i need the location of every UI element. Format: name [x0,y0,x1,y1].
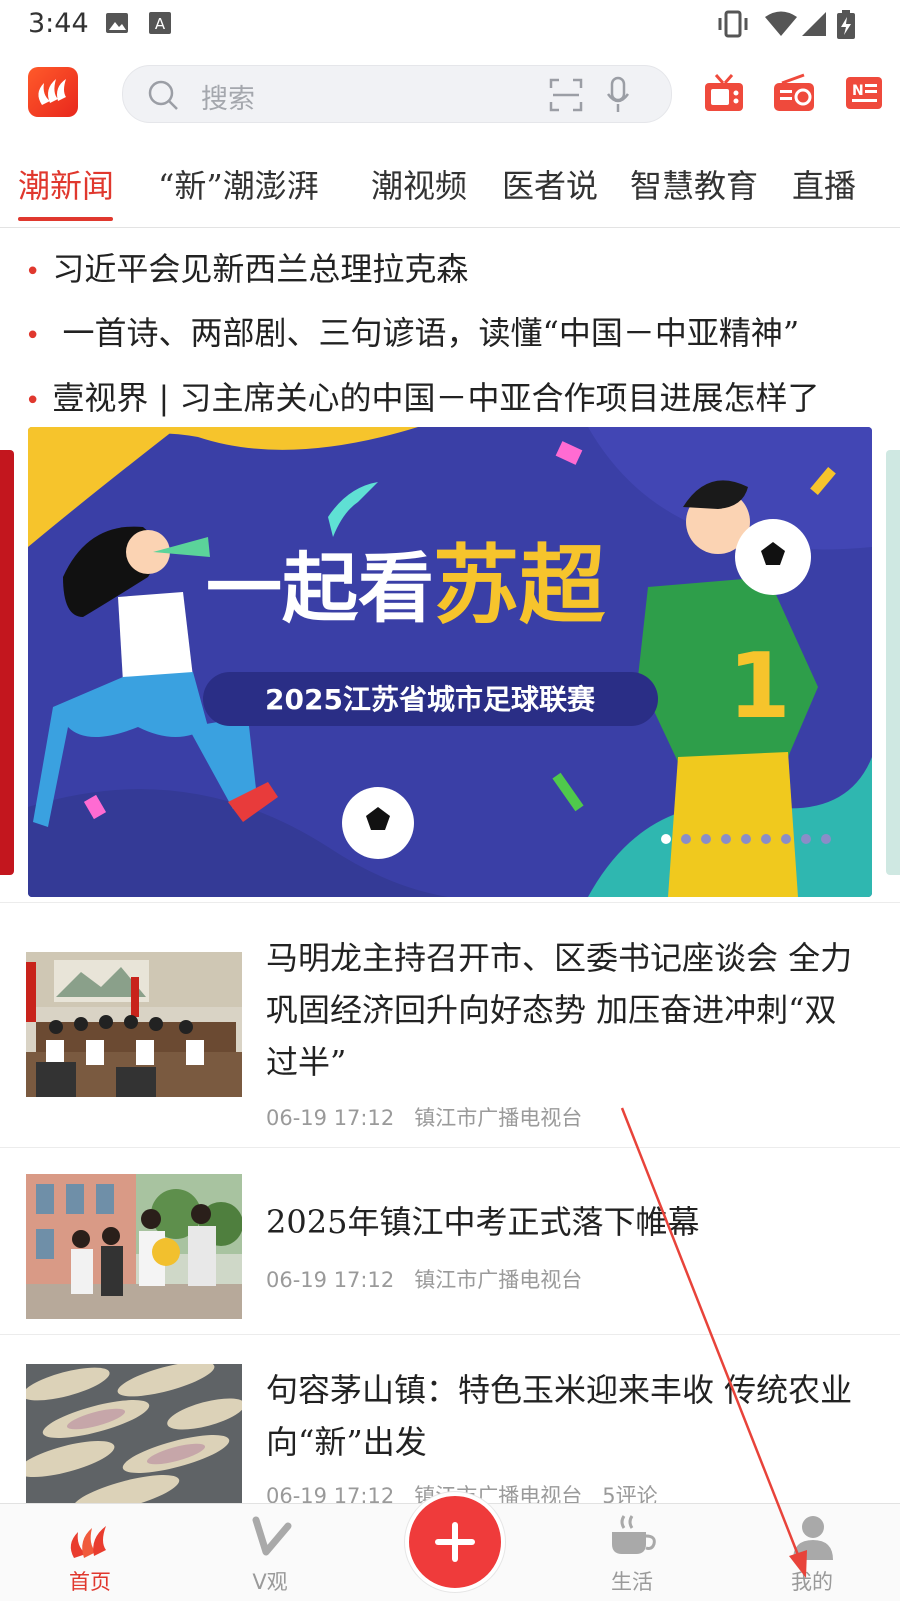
news-meta: 06-19 17:12 镇江市广播电视台 [266,1102,602,1132]
news-time: 06-19 17:12 [266,1268,395,1292]
banner-illustration: 1 一起看 苏超 2025江苏省城市足球联赛 [28,427,872,897]
battery-icon [837,10,855,39]
active-tab-indicator [18,217,113,221]
svg-text:N: N [852,83,864,99]
news-thumbnail [26,1174,242,1319]
nav-mine[interactable]: 我的 [752,1504,872,1601]
user-icon [793,1516,833,1560]
newspaper-icon[interactable]: N [844,73,884,113]
banner-carousel[interactable]: 1 一起看 苏超 2025江苏省城市足球联赛 [28,427,872,897]
vibrate-icon [718,10,748,38]
tab-chao-news[interactable]: 潮新闻 [18,161,114,207]
search-bar[interactable]: 搜索 [122,65,672,123]
nav-label: 我的 [791,1570,833,1594]
app-header: 搜索 N [0,55,900,135]
nav-label: 生活 [611,1570,653,1594]
banner-title-part2: 苏超 [433,536,606,636]
news-thumbnail [26,952,242,1097]
coffee-cup-icon [612,1515,656,1554]
bullet-dot: • [25,321,41,351]
divider [0,1147,900,1148]
news-time: 06-19 17:12 [266,1106,395,1130]
carousel-prev-peek[interactable] [0,450,14,875]
tab-doctor-says[interactable]: 医者说 [502,161,598,207]
microphone-icon[interactable] [605,76,631,114]
headline-item[interactable]: • 壹视界 | 习主席关心的中国－中亚合作项目进展怎样了 [25,373,819,419]
bottom-navigation: 首页 V观 生活 我的 [0,1492,900,1601]
banner-subtitle: 2025江苏省城市足球联赛 [265,683,596,716]
tab-smart-education[interactable]: 智慧教育 [630,161,758,207]
v-icon [252,1516,292,1556]
nav-home[interactable]: 首页 [30,1504,150,1601]
search-icon [148,80,178,110]
tab-live[interactable]: 直播 [792,161,856,207]
app-logo-icon[interactable] [28,67,78,117]
font-notification-icon: A [149,12,171,34]
headline-item[interactable]: • 一首诗、两部剧、三句谚语，读懂“中国－中亚精神” [25,308,799,354]
tv-icon[interactable] [703,73,745,113]
svg-text:1: 1 [728,634,791,739]
plus-icon [435,1522,475,1562]
publish-plus-button[interactable] [405,1492,505,1592]
bullet-dot: • [25,386,41,416]
nav-label: 首页 [69,1570,111,1594]
nav-life[interactable]: 生活 [572,1504,692,1601]
news-meta: 06-19 17:12 镇江市广播电视台 [266,1264,602,1294]
svg-text:A: A [155,15,166,33]
bullet-dot: • [25,257,41,287]
carousel-pagination [661,834,831,844]
tab-chao-video[interactable]: 潮视频 [371,161,467,207]
search-placeholder: 搜索 [201,84,255,115]
headline-item[interactable]: • 习近平会见新西兰总理拉克森 [25,244,468,290]
news-source: 镇江市广播电视台 [414,1268,583,1292]
carousel-next-peek[interactable] [886,450,900,875]
news-title: 句容茅山镇：特色玉米迎来丰收 传统农业向“新”出发 [266,1371,853,1461]
news-thumbnail [26,1364,242,1504]
category-tabs: 潮新闻 “新”潮澎湃 潮视频 医者说 智慧教育 直播 [0,135,900,228]
status-bar: 3:44 A [0,0,900,50]
signal-icon [802,12,826,36]
radio-icon[interactable] [772,73,816,113]
tab-xin-chao[interactable]: “新”潮澎湃 [158,161,319,207]
banner-title-part1: 一起看 [206,544,434,633]
scan-icon[interactable] [549,78,583,112]
gallery-notification-icon [106,13,128,33]
wifi-icon [765,11,797,36]
home-logo-icon [70,1526,106,1558]
news-source: 镇江市广播电视台 [414,1106,583,1130]
divider [0,902,900,903]
nav-label: V观 [252,1570,288,1594]
status-time: 3:44 [28,8,89,39]
nav-v-view[interactable]: V观 [210,1504,330,1601]
news-title: 2025年镇江中考正式落下帷幕 [266,1203,700,1241]
news-title: 马明龙主持召开市、区委书记座谈会 全力巩固经济回升向好态势 加压奋进冲刺“双过半… [266,939,853,1081]
divider [0,1334,900,1335]
